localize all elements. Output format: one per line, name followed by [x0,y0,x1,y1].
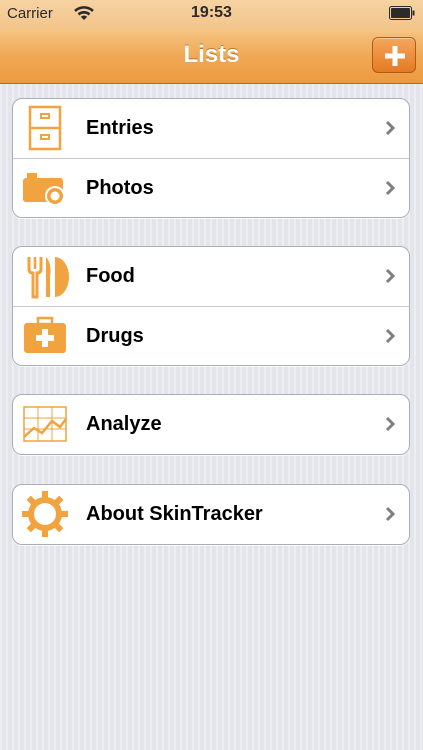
battery-icon [389,6,415,20]
first-aid-kit-icon [24,316,66,353]
chevron-right-icon [385,416,395,432]
chevron-right-icon [385,328,395,344]
row-label: About SkinTracker [86,503,263,525]
row-label: Food [86,265,135,287]
row-photos[interactable]: Photos [13,158,409,217]
list-group-analysis: Analyze [12,394,410,455]
row-label: Photos [86,177,154,199]
status-bar: Carrier 19:53 [0,0,423,28]
row-analyze[interactable]: Analyze [13,395,409,454]
clock: 19:53 [191,4,232,21]
line-chart-icon [23,406,67,442]
navigation-bar: Lists [0,28,423,84]
row-food[interactable]: Food [13,247,409,306]
list-group-intake: Food Drugs [12,246,410,366]
plus-icon [385,46,405,66]
row-label: Drugs [86,325,144,347]
gear-icon [22,491,68,537]
file-cabinet-icon [28,105,62,151]
row-drugs[interactable]: Drugs [13,306,409,365]
chevron-right-icon [385,506,395,522]
chevron-right-icon [385,120,395,136]
row-label: Entries [86,117,154,139]
fork-knife-plate-icon [27,257,69,299]
page-title: Lists [183,41,240,68]
list-group-about: About SkinTracker [12,484,410,545]
chevron-right-icon [385,180,395,196]
add-button[interactable] [372,37,416,73]
row-entries[interactable]: Entries [13,99,409,158]
row-about[interactable]: About SkinTracker [13,485,409,544]
row-label: Analyze [86,413,162,435]
camera-icon [23,173,65,206]
chevron-right-icon [385,268,395,284]
list-group-records: Entries Photos [12,98,410,218]
